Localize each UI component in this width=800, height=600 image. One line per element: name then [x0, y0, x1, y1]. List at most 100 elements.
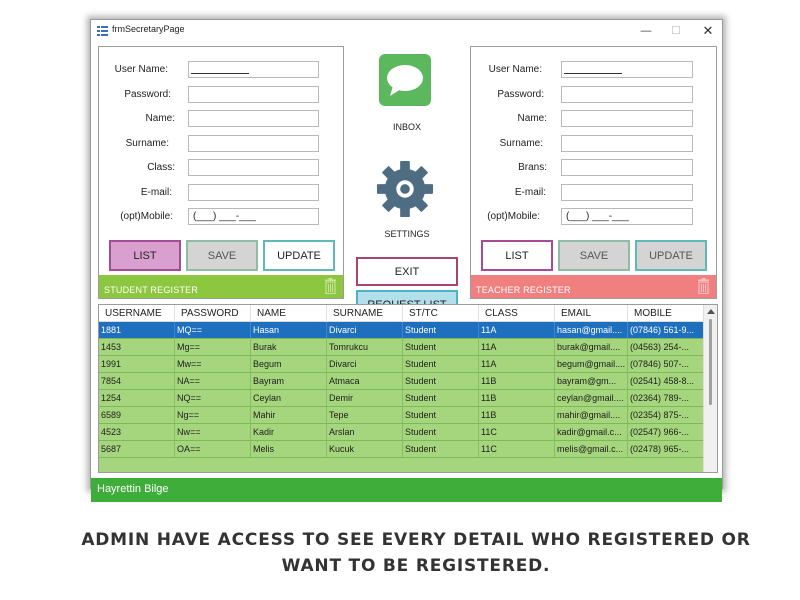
table-cell[interactable]: Student: [403, 441, 479, 457]
student-class-field[interactable]: [188, 159, 319, 176]
table-cell[interactable]: NA==: [175, 373, 251, 389]
table-cell[interactable]: Ng==: [175, 407, 251, 423]
table-cell[interactable]: mahir@gmail....: [555, 407, 628, 423]
table-cell[interactable]: Ceylan: [251, 390, 327, 406]
table-cell[interactable]: Hasan: [251, 322, 327, 338]
teacher-update-button[interactable]: UPDATE: [635, 240, 707, 271]
settings-gear-icon[interactable]: [376, 160, 434, 218]
teacher-password-field[interactable]: [561, 86, 693, 103]
table-cell[interactable]: melis@gmail.c...: [555, 441, 628, 457]
table-row[interactable]: 1254 NQ== Ceylan Demir Student 11B ceylan@gmai…: [99, 390, 704, 407]
title-bar[interactable]: frmSecretaryPage — ☐ ✕: [91, 20, 722, 42]
table-cell[interactable]: 1453: [99, 339, 175, 355]
student-password-field[interactable]: [188, 86, 319, 103]
table-cell[interactable]: 1991: [99, 356, 175, 372]
table-cell[interactable]: Student: [403, 407, 479, 423]
table-cell[interactable]: Student: [403, 356, 479, 372]
table-cell[interactable]: 11A: [479, 322, 555, 338]
table-cell[interactable]: 11C: [479, 441, 555, 457]
teacher-list-button[interactable]: LIST: [481, 240, 553, 271]
table-cell[interactable]: (02547) 966-...: [628, 424, 704, 440]
student-email-field[interactable]: [188, 184, 319, 201]
table-row[interactable]: 7854 NA== Bayram Atmaca Student 11B bayram@gm.…: [99, 373, 704, 390]
table-cell[interactable]: Mg==: [175, 339, 251, 355]
table-cell[interactable]: (02478) 965-...: [628, 441, 704, 457]
table-cell[interactable]: 4523: [99, 424, 175, 440]
student-surname-field[interactable]: [188, 135, 319, 152]
table-row[interactable]: 6589 Ng== Mahir Tepe Student 11B mahir@gmail..…: [99, 407, 704, 424]
registrations-grid[interactable]: USERNAME PASSWORD NAME SURNAME ST/TC CLA…: [98, 304, 718, 473]
teacher-mobile-field[interactable]: (___) ___-___: [561, 208, 693, 225]
table-cell[interactable]: Divarci: [327, 356, 403, 372]
table-cell[interactable]: Begum: [251, 356, 327, 372]
table-cell[interactable]: 1254: [99, 390, 175, 406]
table-cell[interactable]: begum@gmail....: [555, 356, 628, 372]
column-header[interactable]: USERNAME: [99, 305, 175, 322]
table-row[interactable]: 4523 Nw== Kadir Arslan Student 11C kadir@gmail…: [99, 424, 704, 441]
column-header[interactable]: ST/TC: [403, 305, 479, 322]
table-cell[interactable]: (07846) 507-...: [628, 356, 704, 372]
table-cell[interactable]: (07846) 561-9...: [628, 322, 704, 338]
column-header[interactable]: NAME: [251, 305, 327, 322]
table-cell[interactable]: Student: [403, 322, 479, 338]
table-cell[interactable]: 7854: [99, 373, 175, 389]
table-cell[interactable]: Nw==: [175, 424, 251, 440]
teacher-brans-field[interactable]: [561, 159, 693, 176]
table-row[interactable]: 1991 Mw== Begum Divarci Student 11A begum@gmai…: [99, 356, 704, 373]
column-header[interactable]: CLASS: [479, 305, 555, 322]
exit-button[interactable]: EXIT: [356, 257, 458, 286]
inbox-chat-bubble-icon[interactable]: [379, 54, 431, 106]
table-cell[interactable]: 5687: [99, 441, 175, 457]
table-cell[interactable]: Bayram: [251, 373, 327, 389]
table-cell[interactable]: burak@gmail....: [555, 339, 628, 355]
teacher-username-field[interactable]: [561, 61, 693, 78]
teacher-name-field[interactable]: [561, 110, 693, 127]
table-cell[interactable]: Mahir: [251, 407, 327, 423]
table-cell[interactable]: Student: [403, 390, 479, 406]
table-cell[interactable]: NQ==: [175, 390, 251, 406]
table-cell[interactable]: Melis: [251, 441, 327, 457]
table-cell[interactable]: (02364) 789-...: [628, 390, 704, 406]
table-cell[interactable]: 11A: [479, 339, 555, 355]
table-cell[interactable]: Divarci: [327, 322, 403, 338]
table-cell[interactable]: OA==: [175, 441, 251, 457]
table-cell[interactable]: Arslan: [327, 424, 403, 440]
table-cell[interactable]: Mw==: [175, 356, 251, 372]
scroll-thumb[interactable]: [709, 319, 712, 405]
table-cell[interactable]: Tomrukcu: [327, 339, 403, 355]
student-list-button[interactable]: LIST: [109, 240, 181, 271]
minimize-button[interactable]: —: [631, 22, 661, 40]
table-cell[interactable]: Burak: [251, 339, 327, 355]
column-header[interactable]: PASSWORD: [175, 305, 251, 322]
table-cell[interactable]: 6589: [99, 407, 175, 423]
student-mobile-field[interactable]: (___) ___-___: [188, 208, 319, 225]
table-cell[interactable]: Kucuk: [327, 441, 403, 457]
teacher-save-button[interactable]: SAVE: [558, 240, 630, 271]
table-cell[interactable]: (02354) 875-...: [628, 407, 704, 423]
column-header[interactable]: MOBILE: [628, 305, 704, 322]
table-row[interactable]: 1881 MQ== Hasan Divarci Student 11A hasan@gmai…: [99, 322, 704, 339]
maximize-button[interactable]: ☐: [661, 22, 691, 40]
column-header[interactable]: EMAIL: [555, 305, 628, 322]
grid-scrollbar[interactable]: [703, 305, 717, 472]
table-cell[interactable]: Tepe: [327, 407, 403, 423]
student-name-field[interactable]: [188, 110, 319, 127]
table-cell[interactable]: (04563) 254-...: [628, 339, 704, 355]
table-cell[interactable]: Demir: [327, 390, 403, 406]
table-cell[interactable]: bayram@gm...: [555, 373, 628, 389]
table-cell[interactable]: kadir@gmail.c...: [555, 424, 628, 440]
table-cell[interactable]: Student: [403, 339, 479, 355]
student-update-button[interactable]: UPDATE: [263, 240, 335, 271]
table-cell[interactable]: Kadir: [251, 424, 327, 440]
table-cell[interactable]: 11A: [479, 356, 555, 372]
table-cell[interactable]: ceylan@gmail....: [555, 390, 628, 406]
table-cell[interactable]: Student: [403, 373, 479, 389]
close-button[interactable]: ✕: [693, 22, 723, 40]
column-header[interactable]: SURNAME: [327, 305, 403, 322]
teacher-trash-icon[interactable]: [697, 278, 710, 294]
table-cell[interactable]: 1881: [99, 322, 175, 338]
scroll-up-arrow-icon[interactable]: [707, 309, 715, 314]
table-cell[interactable]: 11B: [479, 373, 555, 389]
teacher-surname-field[interactable]: [561, 135, 693, 152]
table-cell[interactable]: Atmaca: [327, 373, 403, 389]
